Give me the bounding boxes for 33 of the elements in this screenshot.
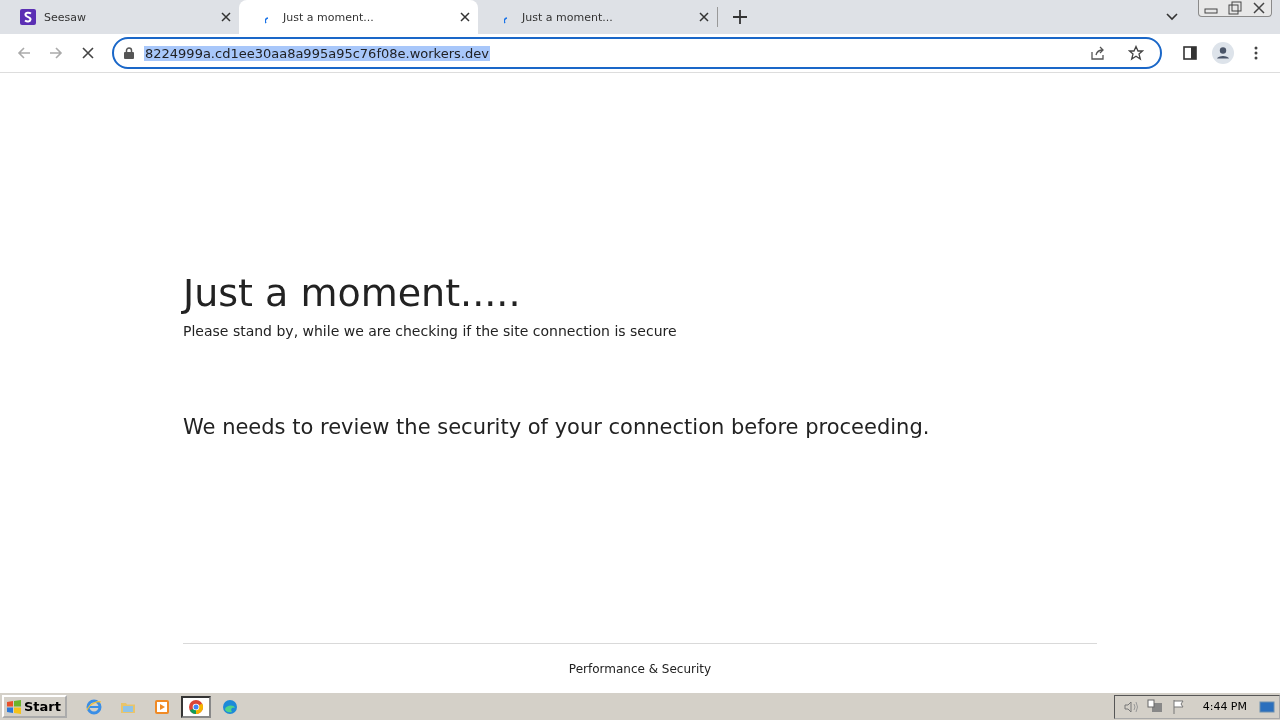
new-tab-icon[interactable]: [733, 10, 747, 24]
url-text: 8224999a.cd1ee30aa8a995a95c76f08e.workers.dev: [144, 45, 490, 61]
profile-icon[interactable]: [1212, 42, 1234, 64]
loading-icon: [504, 16, 508, 24]
show-desktop-icon[interactable]: [1259, 698, 1275, 715]
security-message: We needs to review the security of your connection before proceeding.: [183, 415, 931, 439]
lock-icon: [124, 47, 134, 59]
chevron-down-icon[interactable]: [1166, 13, 1178, 21]
logo-icon: [20, 9, 36, 25]
tab-title: Seesaw: [44, 10, 87, 24]
side-panel-icon[interactable]: [1182, 45, 1198, 61]
footer-text: Performance & Security: [568, 662, 712, 676]
close-icon[interactable]: [460, 12, 470, 22]
close-icon[interactable]: [699, 12, 709, 22]
stop-icon[interactable]: [80, 45, 96, 61]
star-icon[interactable]: [1128, 45, 1144, 61]
start-button[interactable]: Start: [2, 695, 67, 718]
tab-title: Just a moment...: [283, 10, 375, 24]
address-bar[interactable]: 8224999a.cd1ee30aa8a995a95c76f08e.workers.dev: [112, 37, 1162, 69]
flag-icon[interactable]: [1170, 698, 1187, 715]
browser-tab[interactable]: Just a moment...: [239, 0, 478, 34]
clock: 4:44 PM: [1202, 700, 1247, 713]
page-heading: Just a moment.....: [183, 271, 522, 315]
browser-tab[interactable]: Just a moment...: [478, 0, 717, 34]
network-icon[interactable]: [1146, 698, 1163, 715]
windows-logo-icon: [6, 698, 22, 715]
browser-tab[interactable]: Seesaw: [0, 0, 239, 34]
chrome-icon[interactable]: [181, 695, 211, 718]
loading-icon: [265, 16, 269, 24]
share-icon[interactable]: [1090, 45, 1106, 61]
close-icon[interactable]: [221, 12, 231, 22]
page-subheading: Please stand by, while we are checking if the site connection is secure: [183, 323, 678, 339]
tab-title: Just a moment...: [522, 10, 614, 24]
